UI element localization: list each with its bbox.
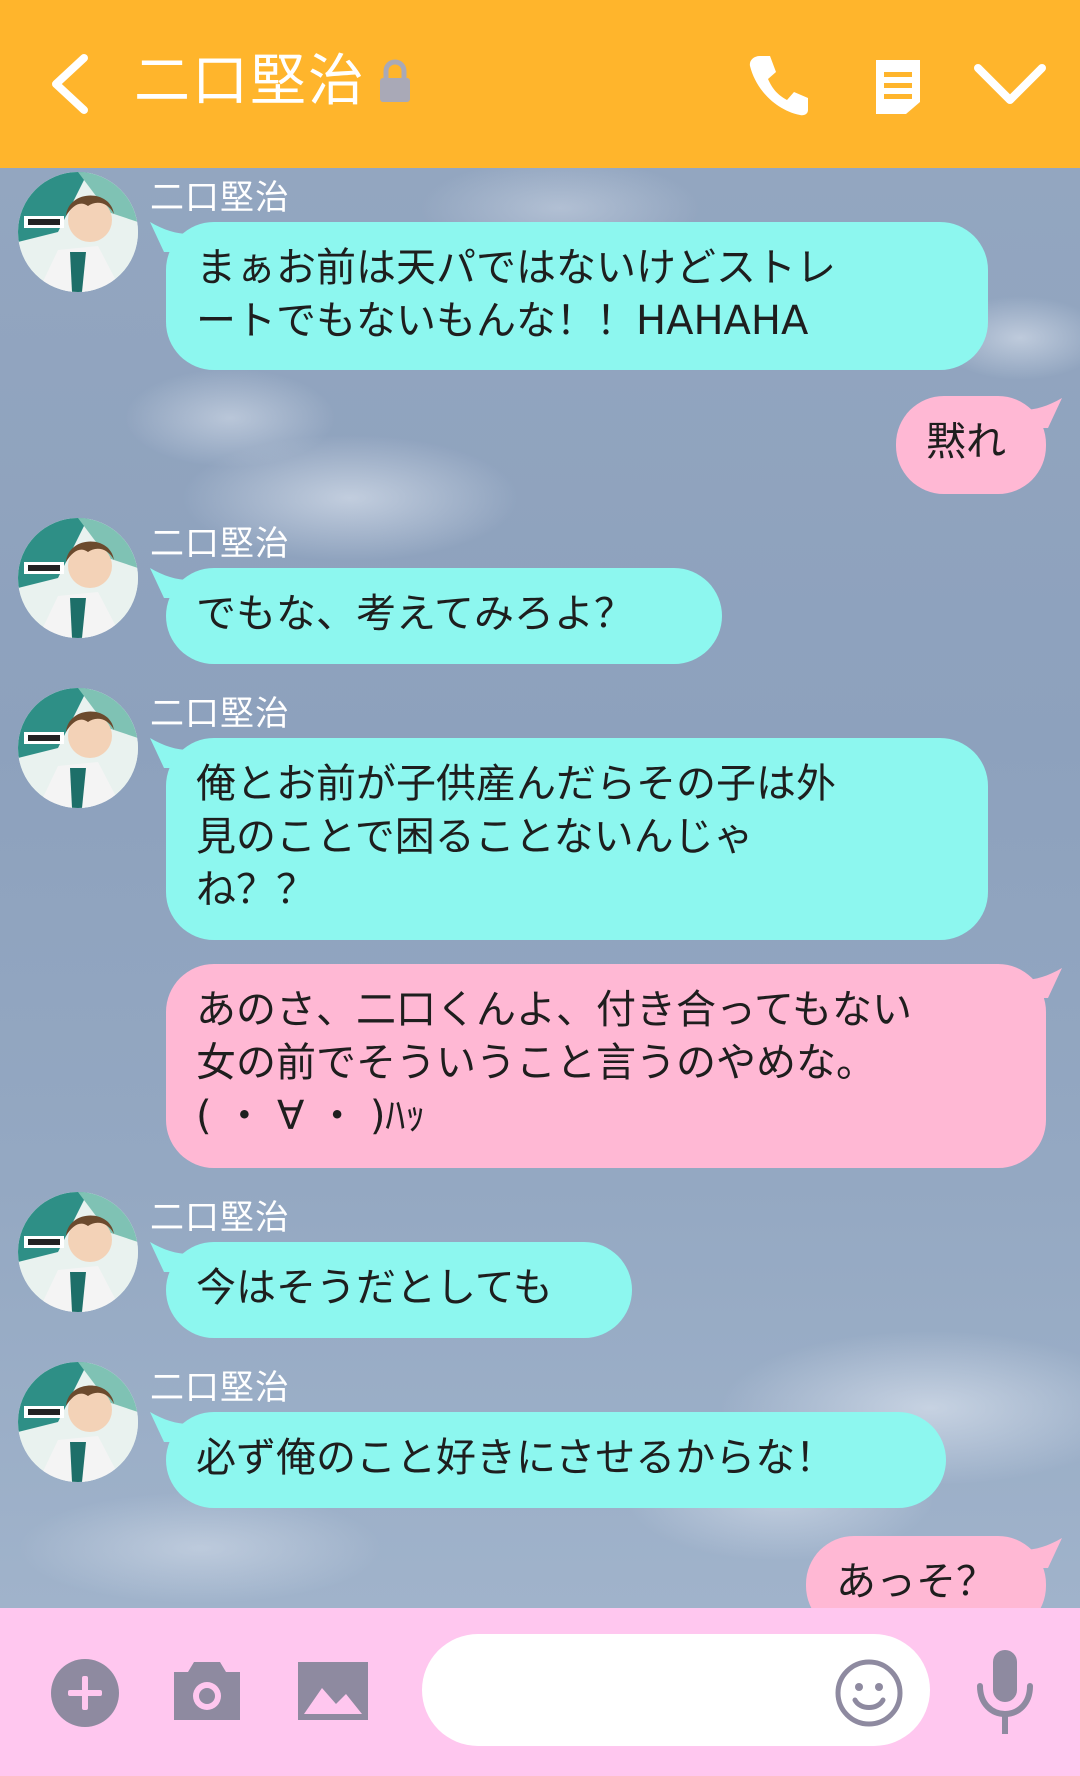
back-icon[interactable] xyxy=(44,52,100,116)
smiley-icon[interactable] xyxy=(834,1658,904,1728)
message-bubble[interactable]: まぁお前は天パではないけどストレ ートでもないもんな！！HAHAHA xyxy=(166,222,988,370)
message-bubble[interactable]: 今はそうだとしても xyxy=(166,1242,632,1338)
sender-name: 二口堅治 xyxy=(150,694,290,734)
memo-icon[interactable] xyxy=(872,56,924,116)
avatar[interactable] xyxy=(18,172,138,292)
message-bubble[interactable]: あっそ？ xyxy=(806,1536,1046,1608)
message-input[interactable] xyxy=(456,1664,820,1718)
message-bubble[interactable]: でもな、考えてみろよ？ xyxy=(166,568,722,664)
chat-header: 二口堅治 xyxy=(0,0,1080,168)
sender-name: 二口堅治 xyxy=(150,1368,290,1408)
message-bubble[interactable]: 黙れ xyxy=(896,396,1046,494)
image-icon[interactable] xyxy=(296,1660,370,1722)
message-bubble[interactable]: 俺とお前が子供産んだらその子は外 見のことで困ることないんじゃ ね？？ xyxy=(166,738,988,940)
microphone-icon[interactable] xyxy=(972,1648,1038,1738)
avatar[interactable] xyxy=(18,1362,138,1482)
chat-title: 二口堅治 xyxy=(134,49,366,114)
chat-area[interactable]: 二口堅治 まぁお前は天パではないけどストレ ートでもないもんな！！HAHAHA … xyxy=(0,168,1080,1608)
avatar[interactable] xyxy=(18,518,138,638)
camera-icon[interactable] xyxy=(170,1658,244,1724)
sender-name: 二口堅治 xyxy=(150,178,290,218)
message-bubble[interactable]: 必ず俺のこと好きにさせるからな！ xyxy=(166,1412,946,1508)
avatar[interactable] xyxy=(18,688,138,808)
sender-name: 二口堅治 xyxy=(150,524,290,564)
plus-icon[interactable] xyxy=(50,1658,120,1728)
message-bubble[interactable]: あのさ、二口くんよ、付き合ってもない 女の前でそういうこと言うのやめな。 ( ・… xyxy=(166,964,1046,1168)
sender-name: 二口堅治 xyxy=(150,1198,290,1238)
avatar[interactable] xyxy=(18,1192,138,1312)
call-icon[interactable] xyxy=(746,52,812,118)
lock-icon xyxy=(380,59,410,102)
chevron-down-icon[interactable] xyxy=(972,58,1048,110)
